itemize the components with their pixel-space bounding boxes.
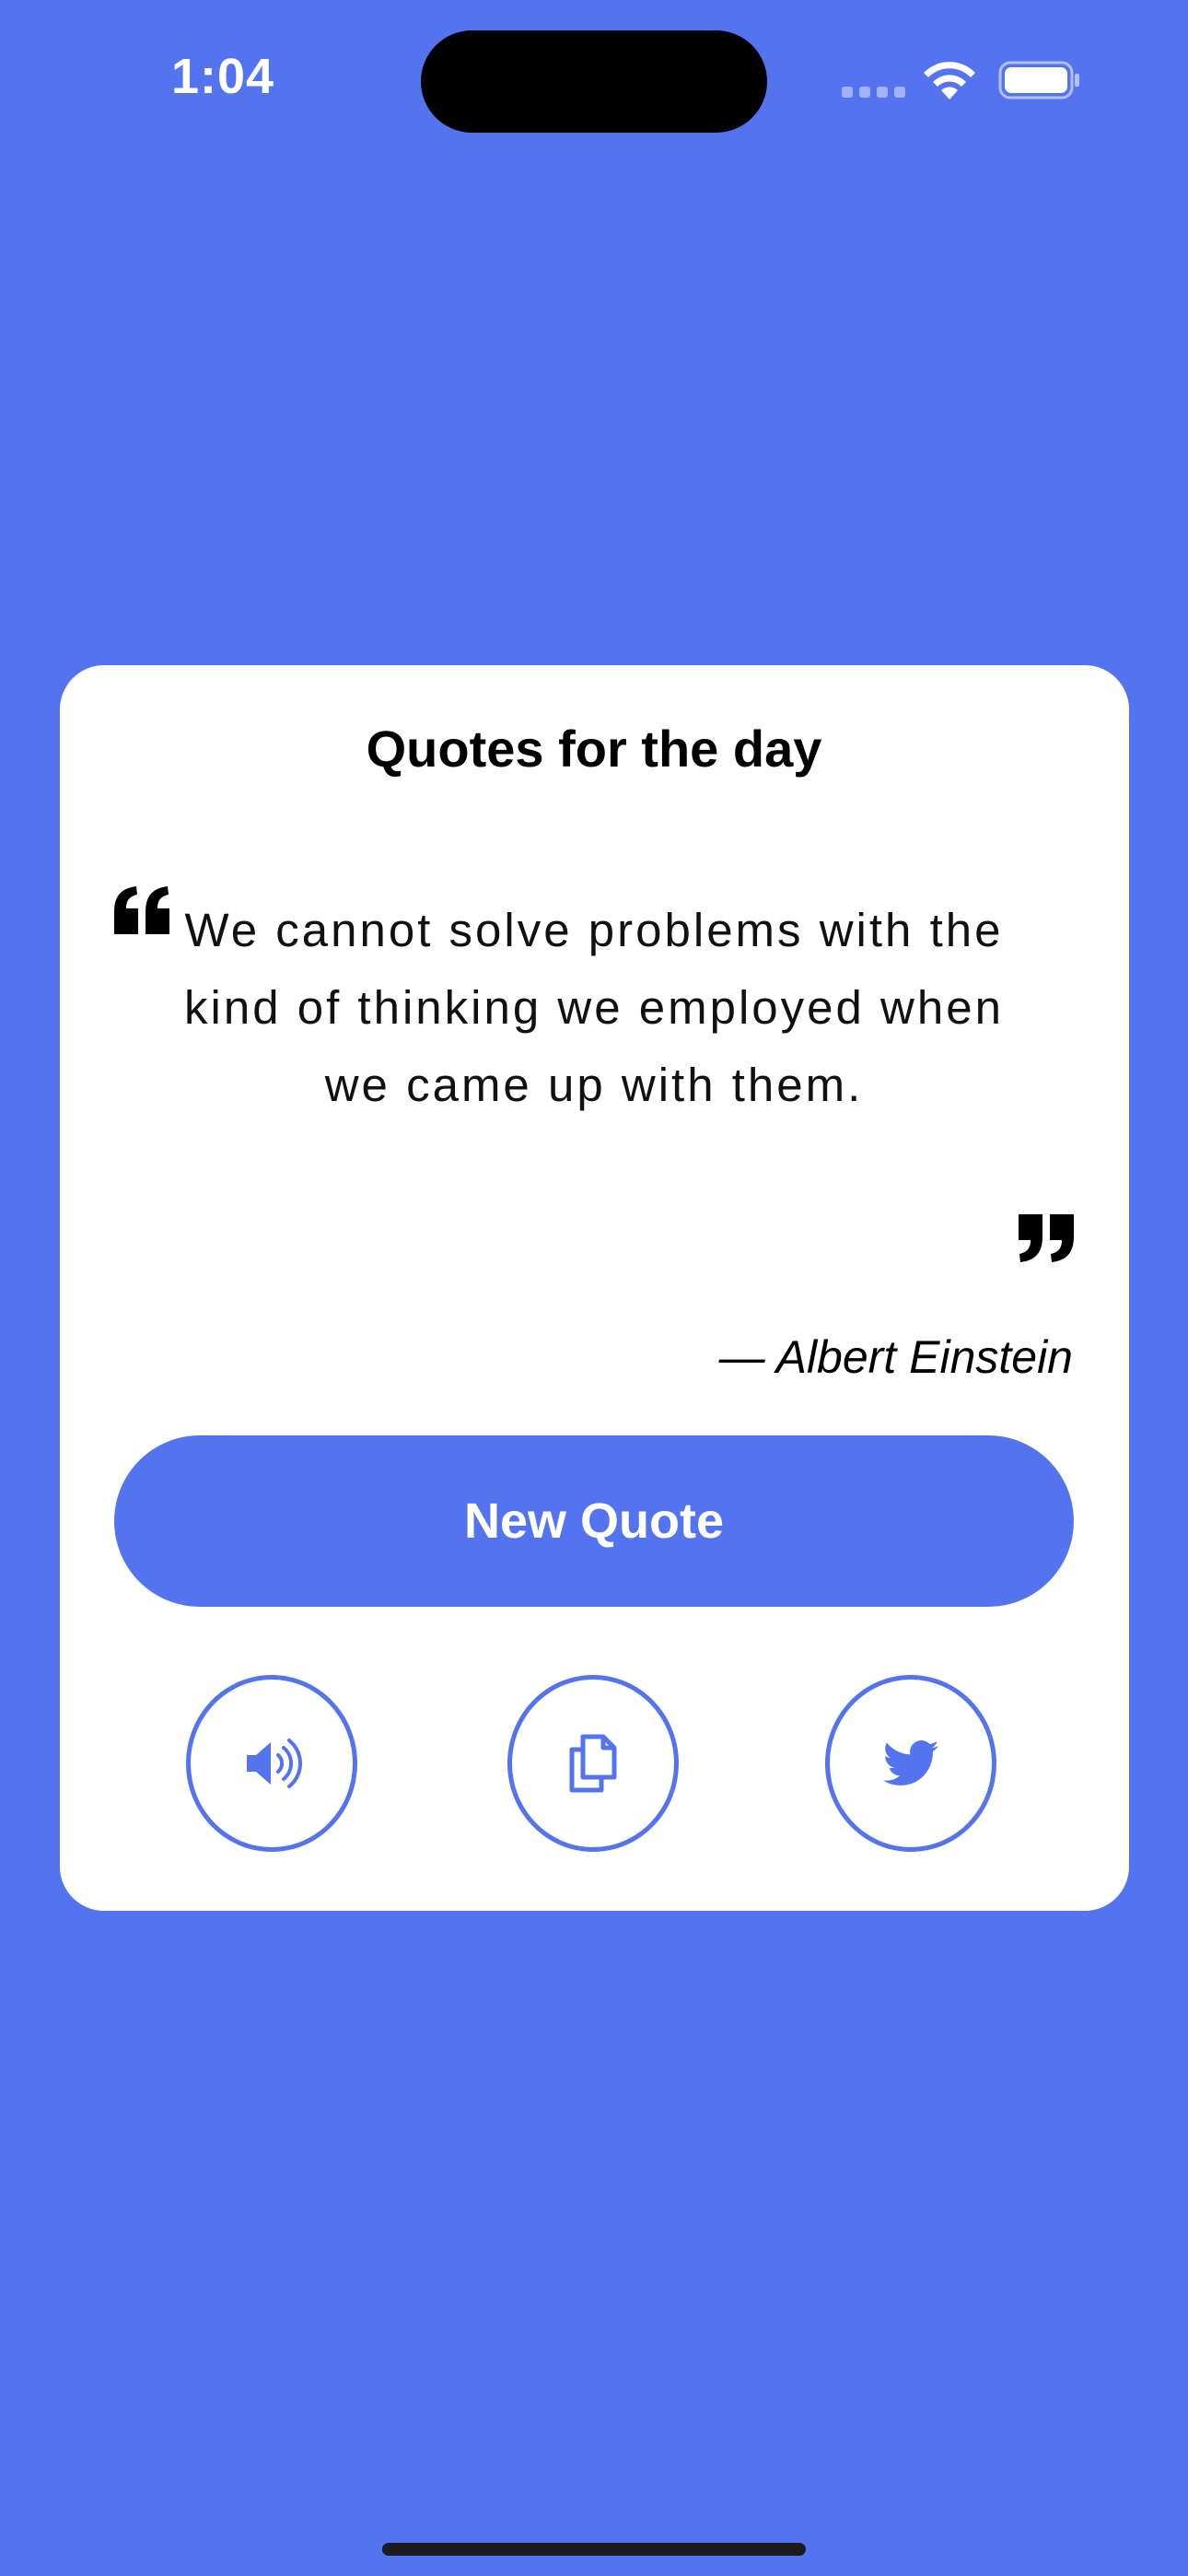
copy-icon: [569, 1734, 617, 1793]
dynamic-island: [421, 30, 767, 133]
copy-button[interactable]: [507, 1675, 679, 1852]
battery-icon: [998, 61, 1079, 100]
new-quote-button[interactable]: New Quote: [114, 1435, 1074, 1607]
speak-button[interactable]: [186, 1675, 357, 1852]
twitter-icon: [882, 1740, 939, 1786]
card-title: Quotes for the day: [366, 720, 822, 778]
open-quote-icon: [114, 886, 169, 934]
close-quote-icon: [1019, 1214, 1074, 1262]
tweet-button[interactable]: [825, 1675, 996, 1852]
quote-text: We cannot solve problems with the kind o…: [184, 904, 1004, 1111]
quote-author: — Albert Einstein: [718, 1331, 1073, 1383]
cellular-signal-icon: [842, 87, 906, 98]
status-time: 1:04: [171, 49, 275, 104]
wifi-icon: [924, 62, 975, 100]
home-indicator[interactable]: [382, 2543, 806, 2556]
speaker-icon: [247, 1739, 302, 1788]
